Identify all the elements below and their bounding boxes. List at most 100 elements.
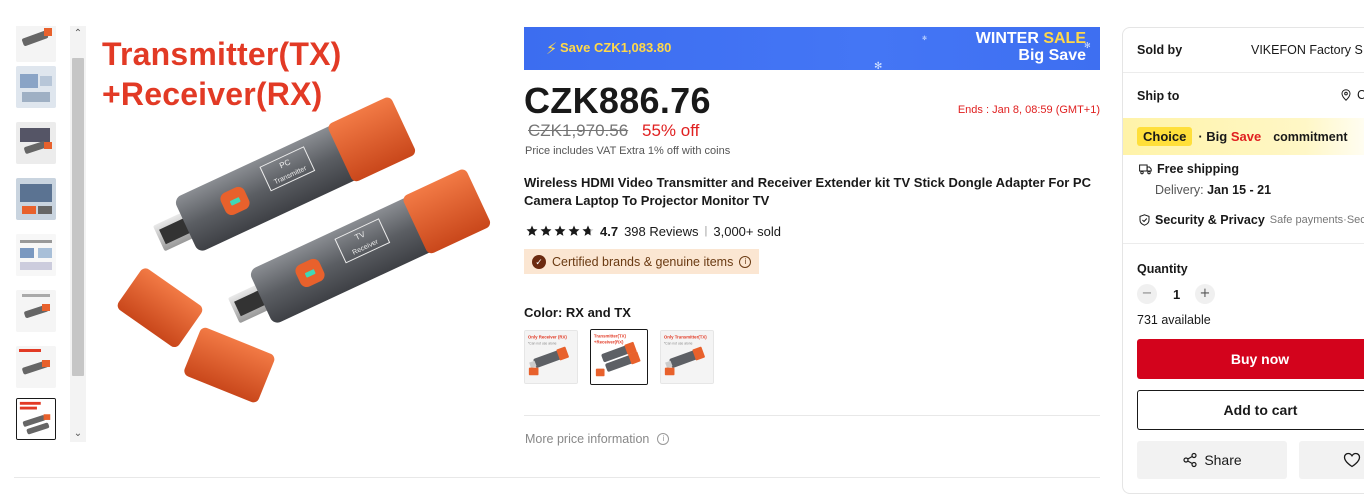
delivery-row: Delivery: Jan 15 - 21 xyxy=(1155,183,1271,197)
star-half-icon xyxy=(582,225,594,236)
quantity-label: Quantity xyxy=(1137,262,1188,276)
scroll-down-icon[interactable]: ⌄ xyxy=(70,427,86,441)
more-price-info[interactable]: More price information i xyxy=(525,432,670,446)
available-count: 731 available xyxy=(1137,313,1211,327)
certified-badge[interactable]: ✓ Certified brands & genuine items i xyxy=(524,249,760,274)
commitment-text: commitment xyxy=(1273,129,1348,144)
divider xyxy=(14,477,1100,478)
divider xyxy=(1123,72,1364,73)
star-icon xyxy=(526,225,538,236)
share-icon xyxy=(1183,452,1197,468)
free-shipping-row: Free shipping xyxy=(1139,162,1239,176)
star-icon xyxy=(568,225,580,236)
swatch-only-transmitter[interactable]: Only Transmitter(TX) *Can not use alone xyxy=(660,330,714,384)
delivery-label: Delivery: xyxy=(1155,183,1204,197)
color-label-prefix: Color: xyxy=(524,305,563,320)
star-rating xyxy=(526,225,594,237)
swatch-3-sub: *Can not use alone xyxy=(664,341,693,345)
lightning-icon: ⚡ xyxy=(546,39,558,58)
winter-word: WINTER xyxy=(975,30,1039,47)
big-save-label: · Big Save xyxy=(1198,129,1261,144)
quantity-decrease-button[interactable]: − xyxy=(1137,284,1157,304)
choice-tag: Choice xyxy=(1137,127,1193,146)
swatch-1-sub: *Can not use alone xyxy=(528,341,557,345)
quantity-increase-button[interactable]: + xyxy=(1195,284,1215,304)
divider xyxy=(524,415,1100,416)
discount-percent: 55% off xyxy=(642,121,700,140)
save-word: Save xyxy=(1230,129,1262,144)
add-to-cart-button[interactable]: Add to cart xyxy=(1137,390,1364,430)
thumbnail-4[interactable] xyxy=(16,178,56,220)
sale-word: SALE xyxy=(1043,30,1086,47)
more-price-text: More price information xyxy=(525,432,650,446)
info-icon[interactable]: i xyxy=(739,255,752,268)
thumbnail-7[interactable] xyxy=(16,346,56,388)
big-save-text: Big Save xyxy=(1018,47,1086,64)
winter-sale-badge: WINTER SALE Big Save xyxy=(976,30,1086,64)
heart-icon xyxy=(1343,452,1361,468)
scrollbar-thumb[interactable] xyxy=(72,58,84,376)
shield-icon xyxy=(1139,214,1150,226)
free-shipping-text: Free shipping xyxy=(1157,162,1239,176)
security-row[interactable]: Security & Privacy Safe payments·Secur xyxy=(1139,213,1364,227)
original-price: CZK1,970.56 xyxy=(528,121,629,140)
sold-count: 3,000+ sold xyxy=(713,223,781,239)
sale-ends-countdown: Ends : Jan 8, 08:59 (GMT+1) xyxy=(957,104,1100,116)
info-icon[interactable]: i xyxy=(657,433,670,445)
big-prefix: · Big xyxy=(1198,129,1231,144)
thumbnail-6[interactable] xyxy=(16,290,56,332)
sale-banner[interactable]: ⚡ Save CZK1,083.80 ✻ ✻ ✻ WINTER SALE Big… xyxy=(524,27,1100,70)
thumbnail-gallery: ⌃ ⌄ xyxy=(14,26,86,442)
thumbnail-8-selected[interactable] xyxy=(16,398,56,440)
product-title: Wireless HDMI Video Transmitter and Rece… xyxy=(524,175,1091,208)
main-product-image[interactable]: Transmitter(TX) +Receiver(RX) PC Transmi… xyxy=(86,26,504,442)
quantity-value[interactable]: 1 xyxy=(1173,287,1180,302)
rating-row[interactable]: 4.7 398 Reviews | 3,000+ sold xyxy=(526,223,781,239)
purchase-panel: Sold by VIKEFON Factory S Ship to C Choi… xyxy=(1122,27,1364,494)
choice-commitment-banner[interactable]: Choice · Big Save commitment xyxy=(1123,118,1364,155)
swatch-rx-and-tx-selected[interactable]: Transmitter(TX) +Receiver(RX) xyxy=(590,329,648,385)
rating-value: 4.7 xyxy=(600,223,619,239)
snowflake-icon: ✻ xyxy=(922,35,928,42)
share-button[interactable]: Share xyxy=(1137,441,1287,479)
security-label: Security & Privacy xyxy=(1155,213,1265,227)
product-illustration: PC Transmitter TV Receiver xyxy=(117,97,491,403)
scroll-up-icon[interactable]: ⌃ xyxy=(70,27,86,41)
swatch-1-caption: Only Receiver (RX) xyxy=(528,335,568,340)
buy-now-button[interactable]: Buy now xyxy=(1137,339,1364,379)
location-pin-icon xyxy=(1341,89,1351,101)
share-label: Share xyxy=(1204,452,1242,468)
star-icon xyxy=(540,225,552,236)
thumbnail-2[interactable] xyxy=(16,66,56,108)
sold-by-label: Sold by xyxy=(1137,43,1183,57)
save-amount: Save CZK1,083.80 xyxy=(560,40,672,55)
reviews-link[interactable]: 398 Reviews xyxy=(624,224,698,239)
color-label: Color: RX and TX xyxy=(524,305,631,320)
thumbnail-5[interactable] xyxy=(16,234,56,276)
thumbnail-scrollbar[interactable]: ⌃ ⌄ xyxy=(70,26,86,442)
swatch-3-caption: Only Transmitter(TX) xyxy=(664,335,707,340)
snowflake-icon: ✻ xyxy=(874,61,883,70)
swatch-only-receiver[interactable]: Only Receiver (RX) *Can not use alone xyxy=(524,330,578,384)
ship-to-label: Ship to xyxy=(1137,89,1180,103)
star-icon xyxy=(554,225,566,236)
ship-to-country: C xyxy=(1357,88,1364,102)
ship-to-selector[interactable]: C xyxy=(1341,88,1364,102)
truck-icon xyxy=(1139,164,1152,174)
wishlist-button[interactable] xyxy=(1299,441,1364,479)
thumbnail-1[interactable] xyxy=(16,26,56,62)
separator: | xyxy=(704,225,708,237)
thumbnail-3[interactable] xyxy=(16,122,56,164)
vat-note: Price includes VAT Extra 1% off with coi… xyxy=(525,145,731,157)
swatch-2-sub: +Receiver(RX) xyxy=(594,340,624,345)
thumbnail-list xyxy=(14,26,58,442)
delivery-dates: Jan 15 - 21 xyxy=(1207,183,1272,197)
security-sub: Safe payments·Secur xyxy=(1269,214,1364,226)
swatch-2-caption: Transmitter(TX) xyxy=(594,334,627,339)
check-badge-icon: ✓ xyxy=(532,254,546,269)
color-swatches: Only Receiver (RX) *Can not use alone Tr… xyxy=(524,329,714,385)
divider xyxy=(1123,243,1364,244)
current-price: CZK886.76 xyxy=(524,80,711,121)
store-name-link[interactable]: VIKEFON Factory S xyxy=(1251,43,1363,57)
selected-color: RX and TX xyxy=(565,305,631,320)
